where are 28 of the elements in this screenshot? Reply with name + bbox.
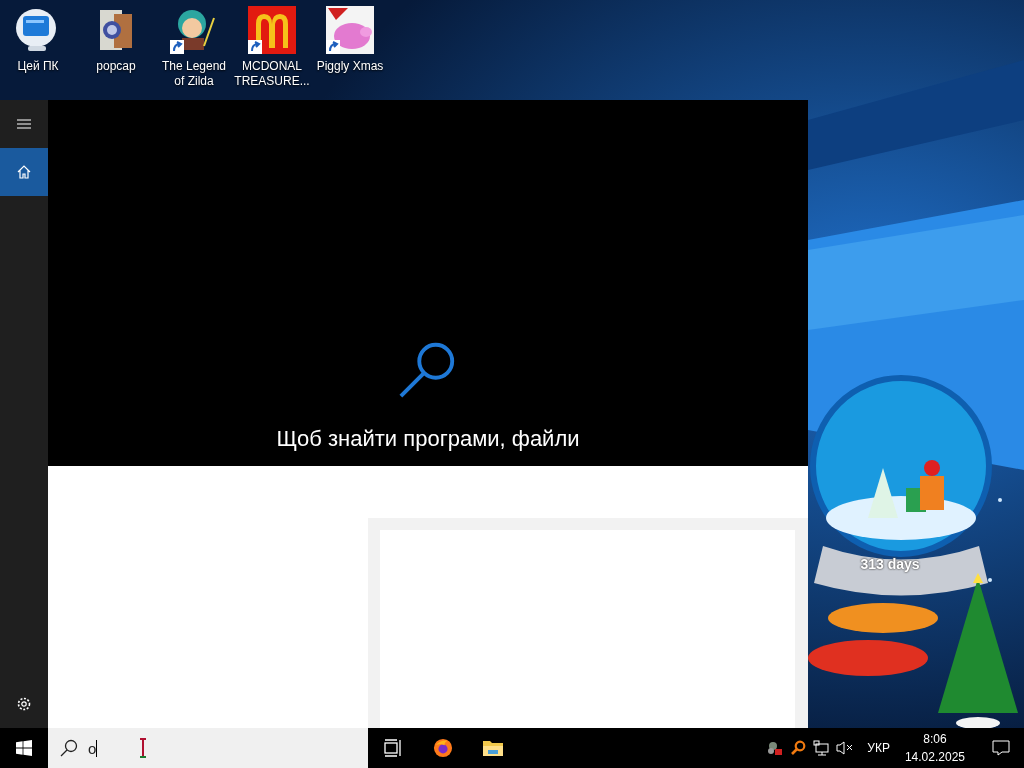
- menu-icon: [16, 116, 32, 132]
- countdown-label: 313 days: [859, 556, 921, 572]
- text-cursor-icon: [139, 738, 148, 758]
- clock-date[interactable]: 14.02.2025: [904, 748, 965, 766]
- app-tray-icon[interactable]: [767, 740, 784, 756]
- icon-label: popcap: [95, 59, 137, 74]
- home-icon: [16, 164, 32, 180]
- notification-icon[interactable]: [992, 740, 1010, 756]
- windows-icon: [16, 740, 32, 756]
- pig-icon[interactable]: [326, 6, 374, 54]
- language-indicator[interactable]: УКР: [867, 741, 890, 755]
- search-text: o: [88, 739, 97, 757]
- folder-icon: [482, 738, 504, 758]
- home-button[interactable]: [0, 148, 48, 196]
- network-icon[interactable]: [813, 740, 830, 756]
- task-view-icon: [382, 738, 404, 758]
- search-hint: Щоб знайти програми, файли: [276, 426, 580, 452]
- settings-icon: [16, 696, 32, 712]
- icon-label: The Legend of Zilda: [160, 59, 228, 89]
- icon-label: Цей ПК: [16, 59, 60, 74]
- search-field[interactable]: o: [48, 728, 368, 768]
- clock-time[interactable]: 8:06: [923, 730, 947, 748]
- icon-label: Piggly Xmas: [315, 59, 385, 74]
- arches-icon[interactable]: [248, 6, 296, 54]
- icon-label: MCDONAL TREASURE...: [234, 59, 310, 89]
- search-icon: [60, 739, 78, 757]
- fox-globe-icon: [432, 738, 454, 758]
- magnifier-tray-icon[interactable]: [790, 740, 807, 756]
